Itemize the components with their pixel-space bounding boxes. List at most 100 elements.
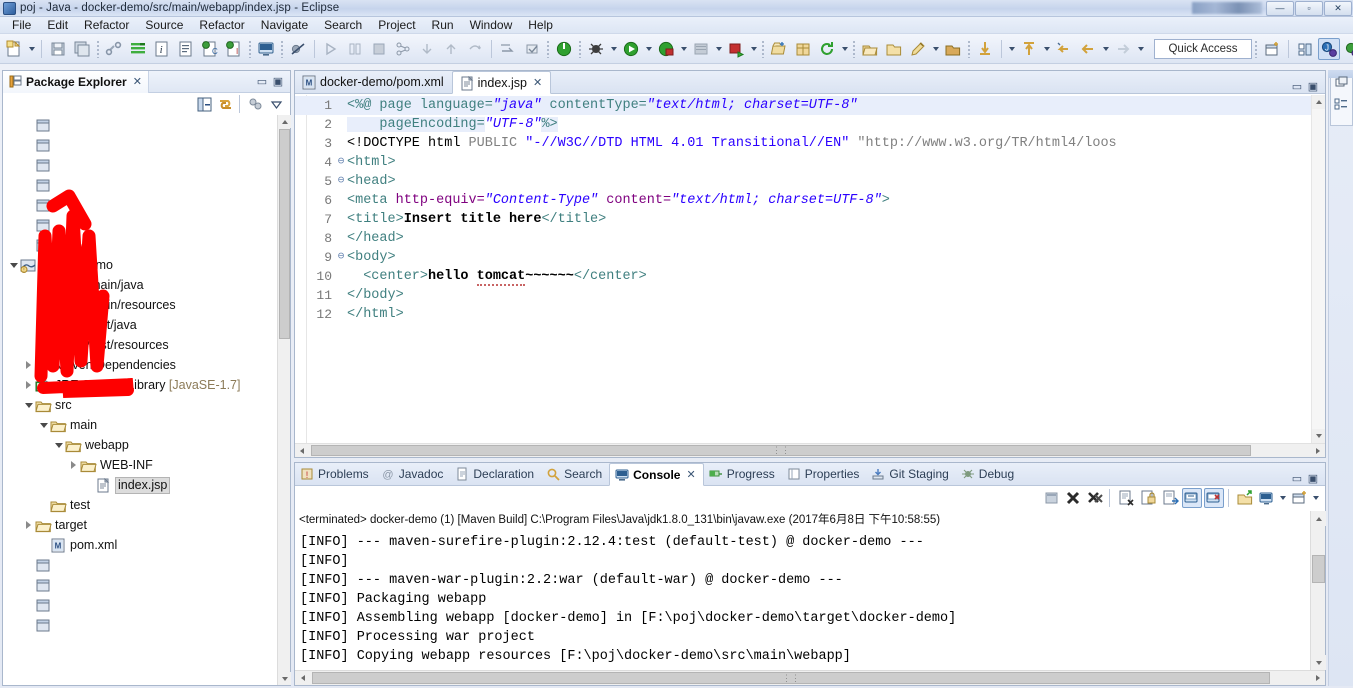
debug-dropdown-arrow[interactable]	[608, 39, 619, 59]
display-selected-console-icon[interactable]	[1160, 488, 1180, 508]
console-tab-git-staging[interactable]: Git Staging	[866, 462, 955, 485]
external-tools-icon[interactable]	[690, 38, 712, 60]
terminate-icon[interactable]	[1063, 488, 1083, 508]
pin-view-icon[interactable]	[1257, 488, 1277, 508]
upload-icon[interactable]	[1018, 38, 1040, 60]
tree-twisty-open-icon[interactable]	[52, 439, 65, 452]
toolbar-drag-handle[interactable]	[967, 39, 971, 58]
debug-last-icon[interactable]	[553, 38, 575, 60]
toolbar-drag-handle[interactable]	[578, 39, 582, 58]
tree-twisty-closed-icon[interactable]	[67, 459, 80, 472]
tree-item-redacted[interactable]	[3, 115, 277, 135]
show-console-on-error-icon[interactable]	[1204, 488, 1224, 508]
code-text[interactable]: <body>	[347, 248, 1311, 267]
tree-item-webapp[interactable]: webapp	[3, 435, 277, 455]
console-tab-debug[interactable]: Debug	[956, 462, 1021, 485]
console-tab-javadoc[interactable]: @ Javadoc	[376, 462, 451, 485]
back-icon[interactable]	[1077, 38, 1099, 60]
package-explorer-scrollbar[interactable]	[277, 115, 291, 685]
scroll-right-icon[interactable]	[1311, 444, 1325, 458]
tree-item-src[interactable]: src	[3, 395, 277, 415]
maximize-button[interactable]: ▫	[1295, 0, 1323, 16]
tree-item-target[interactable]: target	[3, 515, 277, 535]
link-icon[interactable]	[103, 38, 125, 60]
new-console-view-icon[interactable]	[1290, 488, 1310, 508]
tree-item-maven-dependencies[interactable]: Maven Dependencies	[3, 355, 277, 375]
close-icon[interactable]: ✕	[686, 468, 695, 481]
console-tab-search[interactable]: Search	[541, 462, 609, 485]
hscroll-thumb[interactable]: ⋮⋮	[311, 444, 1251, 456]
close-icon[interactable]: ✕	[133, 75, 142, 88]
download-arrow[interactable]	[1006, 39, 1017, 59]
show-console-on-output-icon[interactable]	[1182, 488, 1202, 508]
quick-access-input[interactable]: Quick Access	[1154, 38, 1252, 59]
open-console-icon[interactable]	[255, 38, 277, 60]
toolbar-drag-handle[interactable]	[852, 39, 856, 58]
collapse-all-icon[interactable]	[195, 95, 214, 114]
save-icon[interactable]	[47, 38, 69, 60]
tree-item-pom-xml[interactable]: Mpom.xml	[3, 535, 277, 555]
menu-search-6[interactable]: Search	[316, 17, 370, 33]
save-all-icon[interactable]	[71, 38, 93, 60]
tree-item-redacted[interactable]	[3, 135, 277, 155]
scroll-up-icon[interactable]	[278, 115, 291, 128]
open-perspective-icon[interactable]	[1294, 38, 1316, 60]
link-with-editor-icon[interactable]	[216, 95, 235, 114]
new-java-package-icon[interactable]: I	[223, 38, 245, 60]
project-tree[interactable]: ! docker-demo src/main/java src/main/resour…	[3, 115, 277, 673]
console-horizontal-scrollbar[interactable]: ⋮⋮	[295, 670, 1325, 685]
debug-bug-icon[interactable]	[585, 38, 607, 60]
console-tab-progress[interactable]: Progress	[704, 462, 782, 485]
pin-arrow[interactable]	[1277, 488, 1288, 508]
menu-refactor-2[interactable]: Refactor	[76, 17, 137, 33]
code-text[interactable]: <html>	[347, 153, 1311, 172]
code-text[interactable]: <%@ page language="java" contentType="te…	[347, 96, 1311, 115]
menu-run-8[interactable]: Run	[424, 17, 462, 33]
close-button[interactable]: ✕	[1324, 0, 1352, 16]
skip-breakpoints-icon[interactable]	[287, 38, 309, 60]
toolbar-drag-handle[interactable]	[248, 39, 252, 58]
new-wizard-icon[interactable]	[3, 38, 25, 60]
restore-perspective-icon[interactable]	[1333, 74, 1349, 90]
tree-twisty-open-icon[interactable]	[22, 399, 35, 412]
code-text[interactable]: pageEncoding="UTF-8"%>	[347, 115, 1311, 134]
console-tab-problems[interactable]: ! Problems	[295, 462, 376, 485]
tree-twisty-closed-icon[interactable]	[22, 519, 35, 532]
scroll-up-icon[interactable]	[1311, 511, 1326, 526]
step-over-icon[interactable]	[344, 38, 366, 60]
scroll-left-icon[interactable]	[295, 671, 310, 686]
pencil-icon[interactable]	[907, 38, 929, 60]
fold-toggle-icon[interactable]: ⊖	[335, 153, 347, 172]
tree-item-redacted[interactable]	[3, 215, 277, 235]
scroll-up-icon[interactable]	[1312, 95, 1325, 109]
menu-navigate-5[interactable]: Navigate	[253, 17, 316, 33]
code-text[interactable]: <center>hello tomcat~~~~~~</center>	[347, 267, 1311, 286]
forward-arrow[interactable]	[1135, 39, 1146, 59]
refresh-icon[interactable]	[816, 38, 838, 60]
toolbar-drag-handle[interactable]	[96, 39, 100, 58]
minimize-button[interactable]: —	[1266, 0, 1294, 16]
scrollbar-thumb[interactable]	[279, 129, 290, 339]
code-text[interactable]: </html>	[347, 305, 1311, 324]
build-all-icon[interactable]	[392, 38, 414, 60]
scroll-left-icon[interactable]	[295, 444, 309, 458]
fold-toggle-icon[interactable]: ⊖	[335, 248, 347, 267]
maximize-icon[interactable]: ▣	[270, 74, 286, 90]
menu-help-10[interactable]: Help	[520, 17, 561, 33]
tab-package-explorer[interactable]: Package Explorer ✕	[3, 70, 149, 93]
toolbar-drag-handle[interactable]	[546, 39, 550, 58]
open-console-icon[interactable]	[1235, 488, 1255, 508]
open-bookmark-icon[interactable]	[942, 38, 964, 60]
tree-item-docker-demo[interactable]: ! docker-demo	[3, 255, 277, 275]
clear-console-icon[interactable]	[1041, 488, 1061, 508]
toolbar-drag-handle[interactable]	[280, 39, 284, 58]
minimize-icon[interactable]: ▭	[1289, 472, 1305, 485]
download-icon[interactable]	[974, 38, 996, 60]
upload-arrow[interactable]	[1041, 39, 1052, 59]
maximize-icon[interactable]: ▣	[1305, 80, 1321, 93]
tree-item-index-jsp[interactable]: index.jsp	[3, 475, 277, 495]
javadoc-icon[interactable]: i	[151, 38, 173, 60]
java-perspective-icon[interactable]: 5	[1342, 38, 1353, 60]
tree-twisty-open-icon[interactable]	[37, 419, 50, 432]
code-area[interactable]: 1 <%@ page language="java" contentType="t…	[295, 95, 1311, 443]
